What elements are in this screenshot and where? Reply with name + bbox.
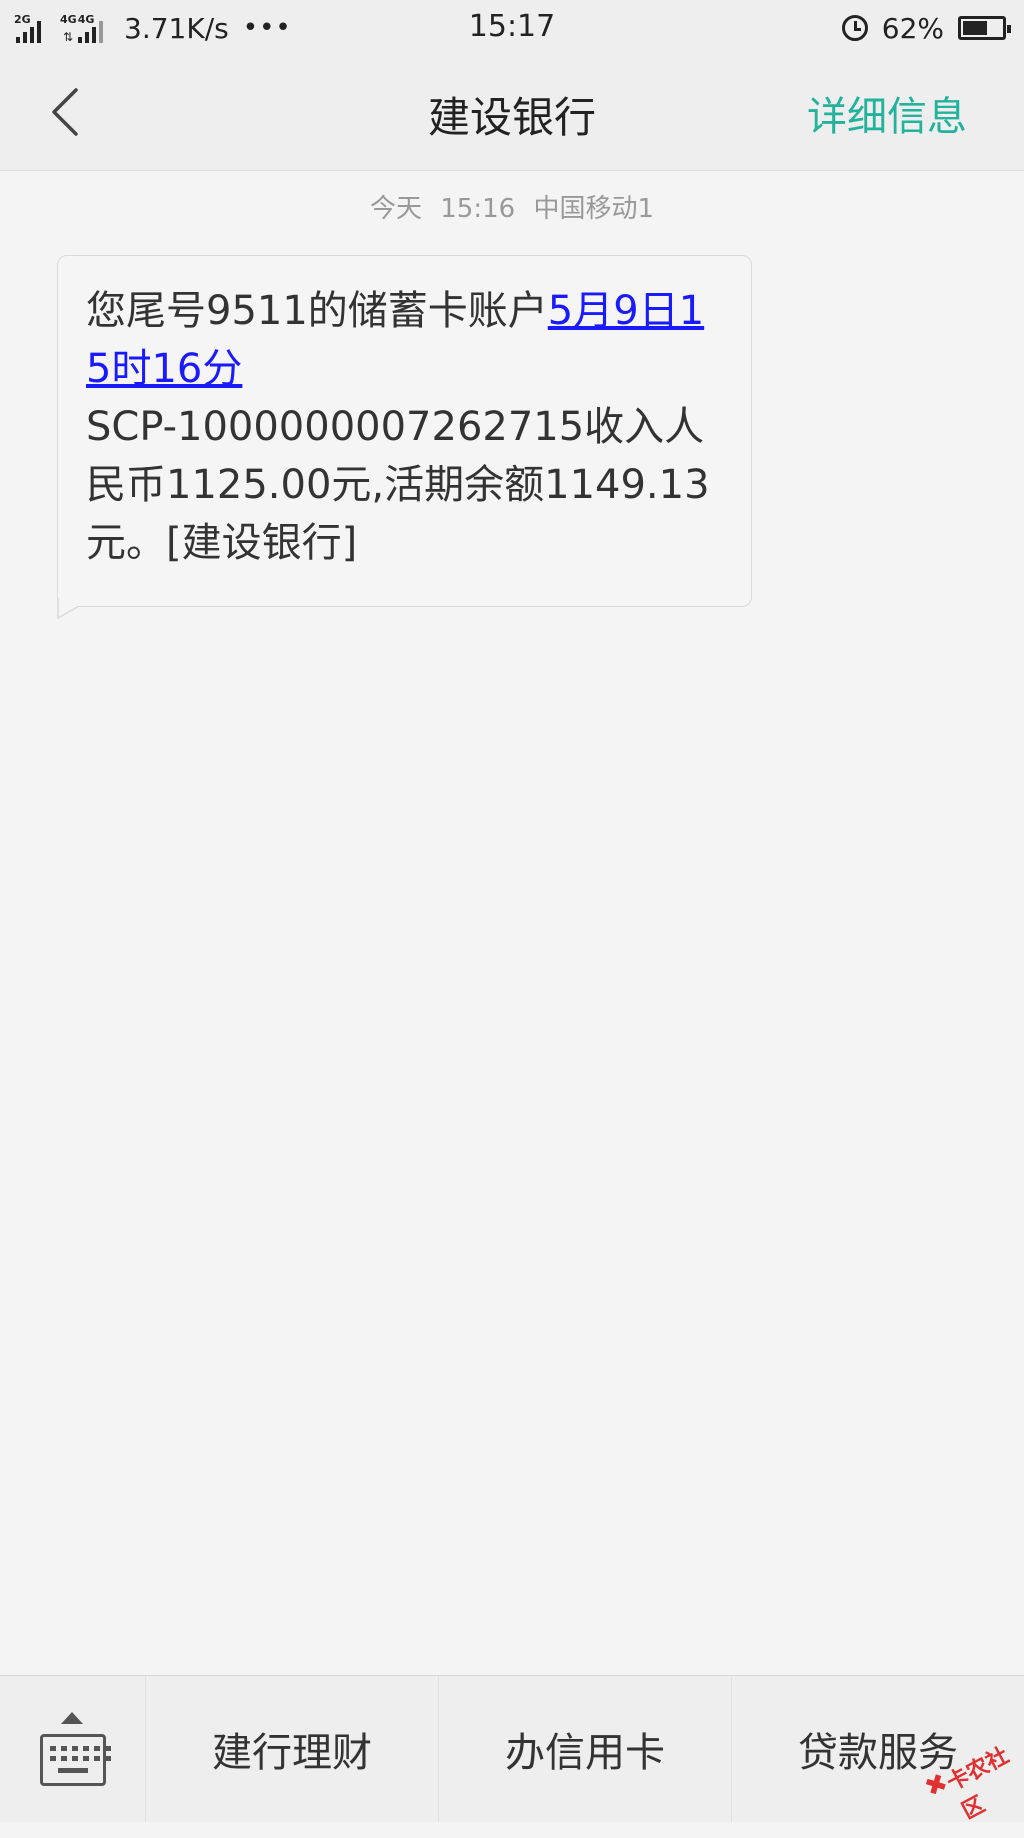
message-part-1: 您尾号9511的储蓄卡账户 xyxy=(86,288,548,334)
meta-day: 今天 xyxy=(369,194,422,224)
conversation-header: 建设银行 详细信息 xyxy=(0,54,1024,171)
status-right: 62% xyxy=(841,10,1011,46)
message-part-2: SCP-1000000007262715收入人民币1125.00元,活期余额11… xyxy=(86,404,710,566)
meta-carrier: 中国移动1 xyxy=(533,194,655,224)
alarm-icon xyxy=(841,15,868,41)
keyboard-icon xyxy=(40,1734,111,1786)
menu-item-loan[interactable]: 贷款服务 xyxy=(732,1676,1024,1822)
meta-time: 15:16 xyxy=(440,194,516,224)
bottom-menu-bar: 建行理财 办信用卡 贷款服务 xyxy=(0,1675,1024,1822)
status-bar: 2G 4G4G ⇅ 3.71K/s ••• 15:17 62% xyxy=(0,0,1024,54)
message-meta: 今天 15:16 中国移动1 xyxy=(0,188,1024,225)
menu-item-wealth[interactable]: 建行理财 xyxy=(146,1676,439,1822)
keyboard-toggle-button[interactable] xyxy=(0,1676,146,1822)
battery-percent: 62% xyxy=(881,11,944,45)
message-bubble[interactable]: 您尾号9511的储蓄卡账户5月9日15时16分 SCP-1000000007262… xyxy=(57,255,752,607)
battery-icon xyxy=(958,16,1011,40)
message-text: 您尾号9511的储蓄卡账户5月9日15时16分 SCP-1000000007262… xyxy=(86,282,721,572)
details-button[interactable]: 详细信息 xyxy=(807,84,967,142)
arrow-up-icon xyxy=(61,1712,83,1724)
menu-item-credit-card[interactable]: 办信用卡 xyxy=(439,1676,732,1822)
